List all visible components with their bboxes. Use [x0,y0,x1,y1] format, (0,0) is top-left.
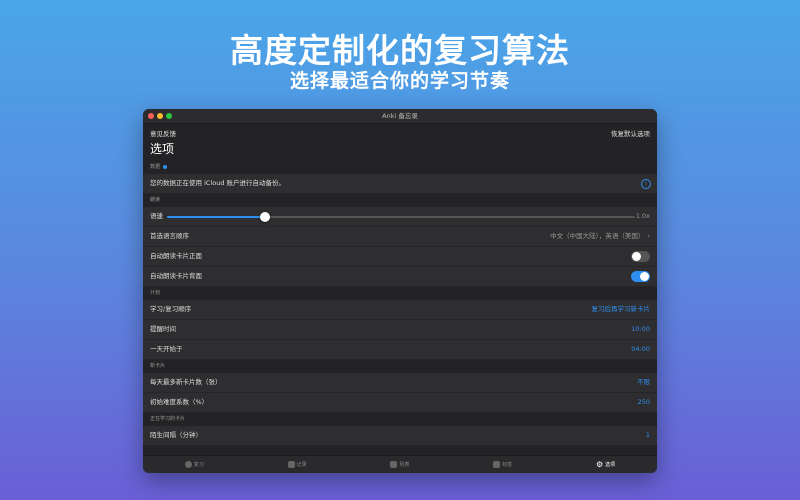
window-titlebar[interactable]: Anki 备忘录 [143,109,657,124]
speech-speed-row: 语速 1.0x [143,207,657,227]
speech-speed-label: 语速 [150,212,163,220]
page-title: 选项 [150,142,175,156]
language-order-row[interactable]: 首选语言顺序 中文（中国大陆），英语（美国） › [143,227,657,247]
icloud-backup-text: 您的数据正在使用 iCloud 账户进行自动备份。 [150,179,286,187]
tab-label: 列表 [399,462,410,468]
max-new-cards-value[interactable]: 不限 [637,373,650,392]
options-topbar: 意见反馈 恢复默认选项 [143,124,657,139]
reminder-time-row[interactable]: 提醒时间 10:00 [143,320,657,340]
tab-label: 复习 [193,462,204,468]
tab-label: 选项 [605,462,616,468]
study-order-row[interactable]: 学习/复习顺序 复习后再学习新卡片 [143,300,657,320]
tab-bar: 复习 记录 列表 标签 ⚙ 选项 [143,455,657,473]
slider-thumb[interactable] [260,212,271,222]
section-label-new-cards: 新卡片 [150,363,166,369]
gear-icon: ⚙ [595,460,604,469]
window-title: Anki 备忘录 [382,112,418,120]
unfamiliar-interval-value[interactable]: 1 [646,426,650,445]
initial-difficulty-value[interactable]: 250 [638,393,650,412]
slider-fill [167,216,266,218]
auto-read-front-label: 自动朗读卡片正面 [150,252,202,260]
tag-icon [493,461,501,468]
tab-tags[interactable]: 标签 [493,461,512,468]
status-dot [163,164,168,169]
tab-options[interactable]: ⚙ 选项 [596,460,615,469]
hero-subtitle: 选择最适合你的学习节奏 [289,70,510,92]
toggle-knob [640,272,649,281]
section-label-reading: 朗读 [150,197,161,203]
section-label-plan: 计划 [150,290,161,296]
tab-review[interactable]: 复习 [184,461,204,468]
chevron-right-icon: › [647,232,650,240]
tab-label: 标签 [502,462,513,468]
study-order-value[interactable]: 复习后再学习新卡片 [592,300,651,319]
auto-read-back-row: 自动朗读卡片背面 [143,267,657,287]
language-order-label: 首选语言顺序 [150,232,189,240]
speech-speed-slider[interactable] [167,212,635,222]
section-label-text: 数据 [150,164,161,170]
day-start-label: 一天开始于 [150,345,183,353]
info-icon[interactable]: i [641,179,651,189]
initial-difficulty-row[interactable]: 初始难度系数（%） 250 [143,393,657,413]
auto-read-back-toggle[interactable] [631,271,650,282]
feedback-button[interactable]: 意见反馈 [150,128,176,138]
tab-record[interactable]: 记录 [287,461,307,468]
app-window: Anki 备忘录 意见反馈 恢复默认选项 选项 数据 您的数据正在使用 iClo… [143,109,657,473]
restore-defaults-button[interactable]: 恢复默认选项 [611,128,650,138]
max-new-cards-label: 每天最多新卡片数（张） [150,378,222,386]
icloud-backup-row: 您的数据正在使用 iCloud 账户进行自动备份。 i [143,174,657,194]
auto-read-front-toggle[interactable] [631,251,650,262]
close-window-button[interactable] [148,113,154,119]
language-order-value: 中文（中国大陆），英语（美国） › [550,227,650,246]
auto-read-back-label: 自动朗读卡片背面 [150,272,202,280]
reminder-time-value[interactable]: 10:00 [631,320,650,339]
day-start-value[interactable]: 04:00 [631,340,650,359]
unfamiliar-interval-row[interactable]: 陌生间隔（分钟） 1 [143,426,657,446]
zoom-window-button[interactable] [166,113,172,119]
unfamiliar-interval-label: 陌生间隔（分钟） [150,431,202,439]
section-label-data: 数据 [143,161,657,174]
tab-label: 记录 [296,462,307,468]
section-label-learning: 正在学习的卡片 [150,416,186,422]
review-icon [184,461,192,468]
initial-difficulty-label: 初始难度系数（%） [150,398,209,406]
hero-title: 高度定制化的复习算法 [230,31,570,70]
max-new-cards-row[interactable]: 每天最多新卡片数（张） 不限 [143,373,657,393]
minimize-window-button[interactable] [157,113,163,119]
language-order-text: 中文（中国大陆），英语（美国） [550,232,645,240]
tab-list[interactable]: 列表 [390,461,409,468]
reminder-time-label: 提醒时间 [150,325,176,333]
speech-speed-value: 1.0x [635,212,650,220]
day-start-row[interactable]: 一天开始于 04:00 [143,340,657,360]
list-icon [390,461,398,468]
study-order-label: 学习/复习顺序 [150,305,192,313]
record-icon [287,461,295,468]
auto-read-front-row: 自动朗读卡片正面 [143,247,657,267]
toggle-knob [632,252,641,261]
